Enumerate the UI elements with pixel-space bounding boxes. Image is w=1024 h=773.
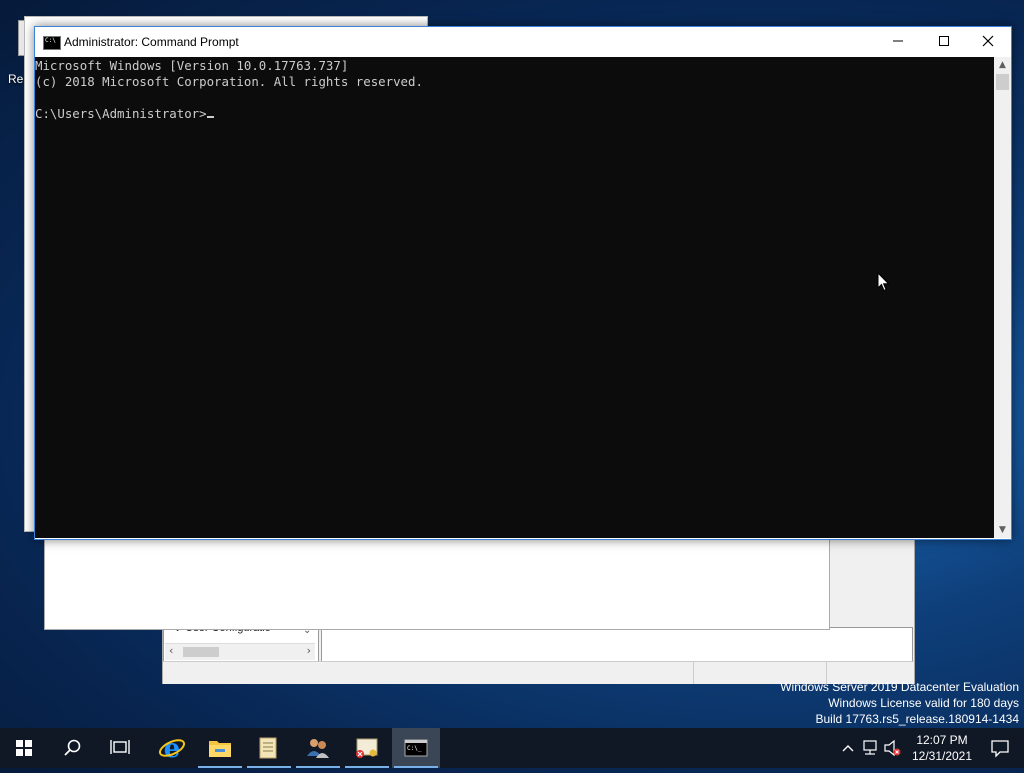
- action-center-button[interactable]: [976, 728, 1024, 768]
- search-icon: [64, 739, 81, 756]
- scroll-down-icon[interactable]: ▼: [994, 522, 1011, 538]
- minimize-icon: [893, 40, 903, 42]
- scroll-thumb[interactable]: [996, 74, 1009, 90]
- notification-icon: [991, 740, 1009, 758]
- tree-horizontal-scrollbar[interactable]: ‹ ›: [165, 643, 315, 660]
- build-text: Build 17763.rs5_release.180914-1434: [815, 712, 1020, 726]
- taskbar-notepad[interactable]: [245, 728, 293, 768]
- taskbar-file-explorer[interactable]: [196, 728, 244, 768]
- taskbar-command-prompt[interactable]: C:\_: [392, 728, 440, 768]
- task-view-icon: [110, 740, 130, 754]
- vertical-scrollbar[interactable]: ▲ ▼: [994, 57, 1011, 538]
- taskbar-internet-explorer[interactable]: e: [148, 728, 196, 768]
- scroll-thumb[interactable]: [183, 647, 219, 657]
- clock-time: 12:07 PM: [916, 733, 968, 747]
- scroll-right-icon[interactable]: ›: [307, 644, 311, 657]
- notepad-icon: [259, 737, 277, 759]
- prompt-text: C:\Users\Administrator>: [35, 106, 207, 121]
- volume-muted-icon: [884, 739, 901, 757]
- taskbar-users-and-computers[interactable]: [294, 728, 342, 768]
- status-divider: [693, 662, 694, 684]
- internet-explorer-icon: e: [158, 734, 186, 764]
- edition-text: Windows Server 2019 Datacenter Evaluatio…: [780, 680, 1019, 694]
- desktop-watermark: Windows Server 2019 Datacenter Evaluatio…: [780, 679, 1019, 727]
- command-prompt-window[interactable]: Administrator: Command Prompt Microsoft …: [34, 26, 1012, 540]
- cmd-icon[interactable]: [43, 36, 61, 50]
- maximize-icon: [939, 36, 949, 46]
- start-button[interactable]: [0, 728, 48, 768]
- clock[interactable]: 12:07 PM 12/31/2021: [906, 728, 978, 772]
- svg-text:e: e: [164, 734, 181, 764]
- chevron-up-icon: [842, 745, 854, 752]
- show-hidden-icons-button[interactable]: [838, 728, 858, 768]
- maximize-button[interactable]: [921, 27, 967, 57]
- title-bar[interactable]: Administrator: Command Prompt: [35, 27, 1011, 57]
- certificate-icon: [356, 738, 378, 758]
- network-button[interactable]: [860, 728, 882, 768]
- mouse-pointer-icon: [877, 272, 890, 292]
- license-text: Windows License valid for 180 days: [828, 696, 1019, 710]
- search-button[interactable]: [48, 728, 96, 768]
- volume-button[interactable]: [882, 728, 904, 768]
- close-icon: [982, 35, 994, 47]
- folder-icon: [209, 741, 231, 757]
- details-pane[interactable]: [321, 627, 913, 663]
- clock-date: 12/31/2021: [911, 749, 973, 763]
- prompt-line[interactable]: C:\Users\Administrator>: [35, 106, 994, 122]
- desktop-icon-label: Re: [8, 72, 24, 86]
- network-icon: [863, 740, 877, 755]
- console-output[interactable]: Microsoft Windows [Version 10.0.17763.73…: [35, 57, 994, 538]
- windows-logo-icon: [16, 740, 32, 756]
- taskbar-certificates[interactable]: [343, 728, 391, 768]
- console-line: (c) 2018 Microsoft Corporation. All righ…: [35, 74, 423, 89]
- close-button[interactable]: [965, 27, 1011, 57]
- taskbar: e C:\_ 12:07 PM 12/31/2021: [0, 728, 1024, 768]
- svg-text:C:\_: C:\_: [407, 745, 422, 752]
- scroll-left-icon[interactable]: ‹: [169, 644, 173, 657]
- window-title: Administrator: Command Prompt: [64, 35, 239, 49]
- scroll-up-icon[interactable]: ▲: [994, 57, 1011, 73]
- console-line: Microsoft Windows [Version 10.0.17763.73…: [35, 58, 349, 73]
- minimize-button[interactable]: [875, 27, 921, 57]
- users-icon: [307, 739, 329, 758]
- cmd-icon: C:\_: [404, 739, 428, 757]
- task-view-button[interactable]: [96, 728, 144, 768]
- text-cursor: [206, 116, 214, 118]
